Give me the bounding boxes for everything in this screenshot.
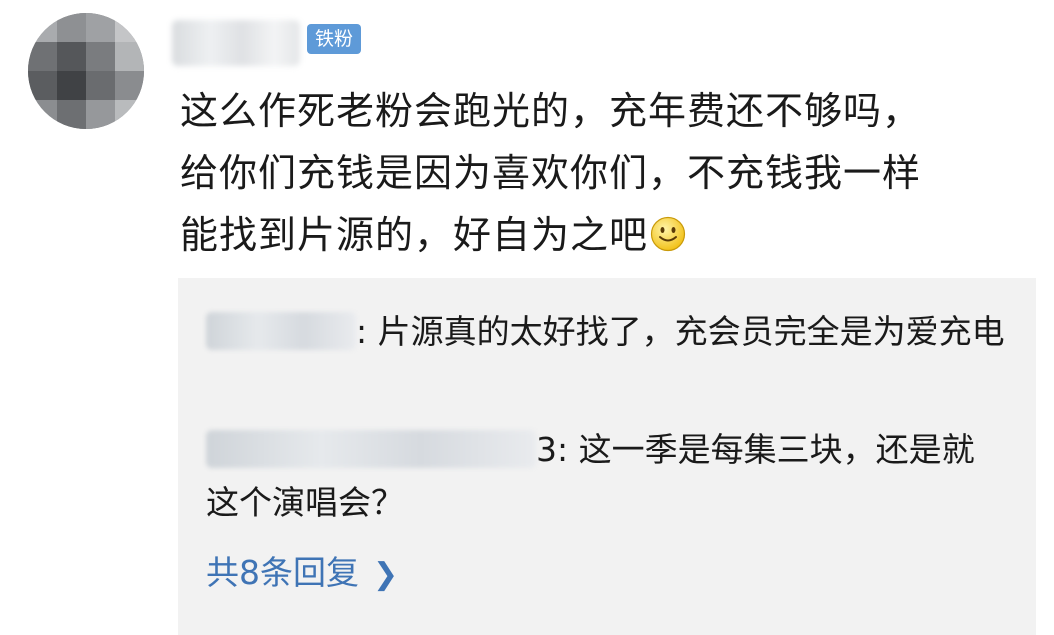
reply-item: 3: 这一季是每集三块，还是就这个演唱会？: [206, 423, 1006, 529]
fan-badge: 铁粉: [307, 24, 362, 54]
reply-text: 片源真的太好找了，充会员完全是为爱充电: [377, 312, 1005, 351]
smiley-icon: [650, 216, 686, 252]
comment-line: 能找到片源的，好自为之吧: [180, 213, 649, 257]
comment-line: 这么作死老粉会跑光的，充年费还不够吗，: [180, 89, 922, 133]
reply-preview-box[interactable]: : 片源真的太好找了，充会员完全是为爱充电 3: 这一季是每集三块，还是就这个演…: [178, 278, 1036, 635]
reply-name-suffix: 3: [536, 430, 557, 469]
comment-body: 这么作死老粉会跑光的，充年费还不够吗， 给你们充钱是因为喜欢你们，不充钱我一样 能找…: [180, 80, 1040, 266]
reply-username-redacted[interactable]: [206, 430, 536, 468]
avatar[interactable]: [28, 13, 144, 129]
chevron-right-icon: ❯: [373, 557, 399, 592]
reply-username-redacted[interactable]: [206, 312, 356, 350]
reply-item: : 片源真的太好找了，充会员完全是为爱充电: [206, 305, 1006, 358]
reply-separator: :: [356, 312, 378, 351]
comment-line: 给你们充钱是因为喜欢你们，不充钱我一样: [180, 151, 922, 195]
view-all-replies-label: 共8条回复: [206, 553, 359, 592]
reply-separator: :: [557, 430, 579, 469]
username-redacted[interactable]: [172, 20, 300, 66]
view-all-replies-link[interactable]: 共8条回复 ❯: [206, 548, 398, 600]
